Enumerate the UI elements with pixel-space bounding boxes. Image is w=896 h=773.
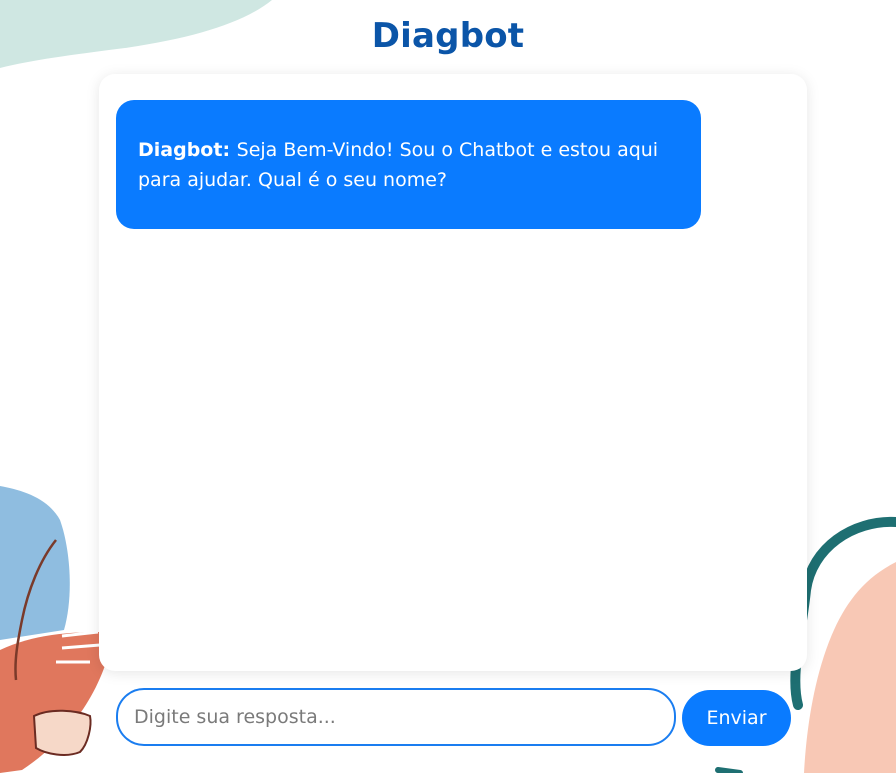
bot-message-bubble: Diagbot: Seja Bem-Vindo! Sou o Chatbot e… [116, 100, 701, 229]
page: Diagbot Diagbot: Seja Bem-Vindo! Sou o C… [0, 0, 896, 773]
blue-blob-shape [0, 486, 70, 640]
peach-blob-shape [804, 562, 896, 773]
page-title: Diagbot [371, 16, 525, 56]
message-sender: Diagbot: [138, 139, 237, 161]
message-composer: Enviar [116, 688, 792, 748]
hand-shape [32, 709, 92, 756]
send-button[interactable]: Enviar [682, 690, 791, 746]
chat-window[interactable]: Diagbot: Seja Bem-Vindo! Sou o Chatbot e… [99, 74, 807, 671]
reply-input[interactable] [116, 688, 676, 746]
